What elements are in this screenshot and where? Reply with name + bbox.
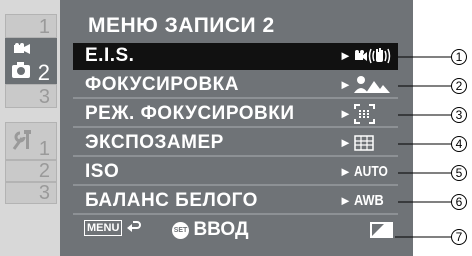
- callout-lines: [395, 56, 451, 238]
- callout-1: 1: [451, 49, 467, 65]
- callout-7: 7: [451, 229, 467, 245]
- callout-4: 4: [451, 136, 467, 152]
- callout-2: 2: [451, 78, 467, 94]
- callout-6: 6: [451, 194, 467, 210]
- callouts: 1 2 3 4 5 6 7: [0, 0, 472, 256]
- callout-3: 3: [451, 107, 467, 123]
- callout-5: 5: [451, 165, 467, 181]
